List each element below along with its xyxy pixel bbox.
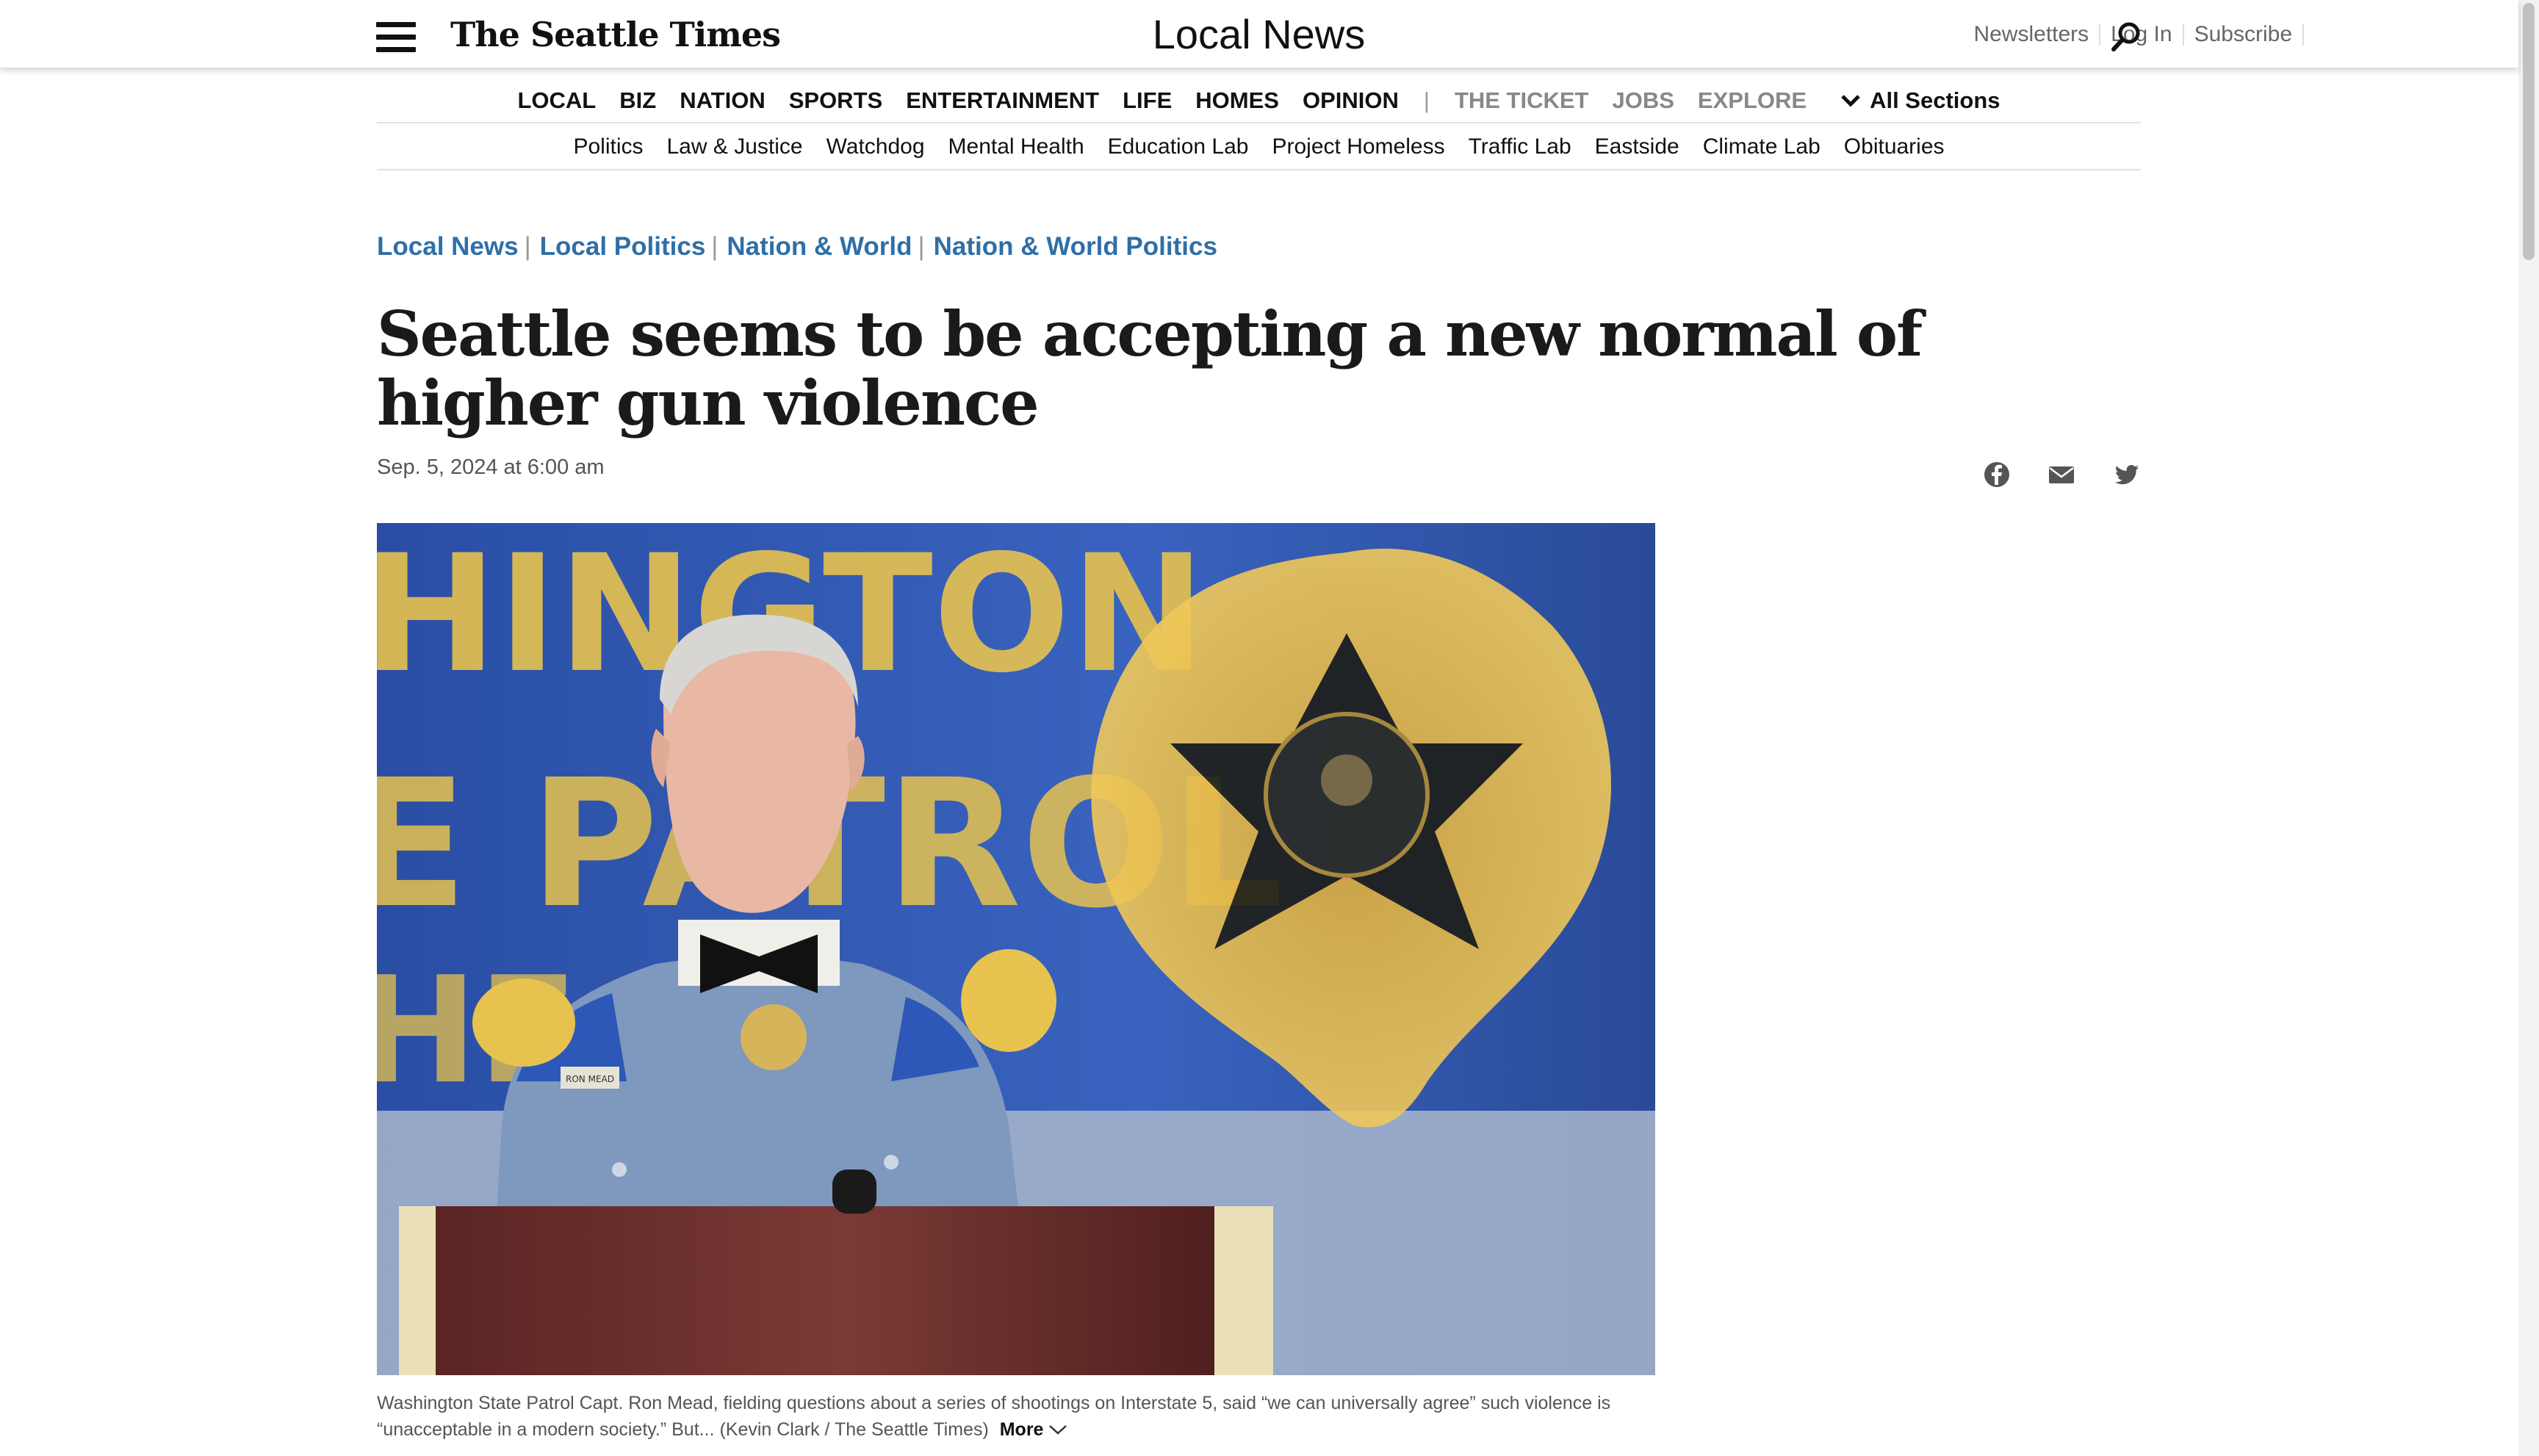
- nav-item-entertainment[interactable]: ENTERTAINMENT: [906, 87, 1099, 114]
- nav-item-nation[interactable]: NATION: [680, 87, 766, 114]
- lead-photo: HINGTON E PATROL HE RON MEAD: [377, 523, 1655, 1375]
- section-title[interactable]: Local News: [1014, 10, 1504, 58]
- breadcrumb: Local News | Local Politics | Nation & W…: [377, 232, 1217, 262]
- nameplate-text: RON MEAD: [566, 1074, 614, 1084]
- breadcrumb-local-news[interactable]: Local News: [377, 232, 519, 262]
- main-section-nav: LOCAL BIZ NATION SPORTS ENTERTAINMENT LI…: [377, 79, 2141, 123]
- subnav-item-education-lab[interactable]: Education Lab: [1108, 134, 1249, 159]
- all-sections-button[interactable]: All Sections: [1840, 87, 2000, 114]
- util-divider: [2302, 24, 2304, 46]
- subnav-item-watchdog[interactable]: Watchdog: [826, 134, 925, 159]
- utility-links: Newsletters Log In Subscribe: [1973, 22, 2314, 47]
- subnav-item-climate-lab[interactable]: Climate Lab: [1703, 134, 1820, 159]
- top-header-bar: The Seattle Times Local News Newsletters…: [0, 0, 2518, 68]
- nav-item-sports[interactable]: SPORTS: [789, 87, 882, 114]
- twitter-icon[interactable]: [2111, 460, 2141, 489]
- email-icon[interactable]: [2047, 460, 2076, 489]
- all-sections-label: All Sections: [1870, 87, 2000, 113]
- breadcrumb-separator: |: [711, 232, 719, 261]
- photo-caption: Washington State Patrol Capt. Ron Mead, …: [377, 1390, 1655, 1443]
- util-divider: [2099, 24, 2101, 46]
- article-headline: Seattle seems to be accepting a new norm…: [377, 298, 1923, 439]
- nav-item-explore[interactable]: EXPLORE: [1698, 87, 1807, 114]
- scrollbar-thumb[interactable]: [2523, 3, 2535, 260]
- nav-item-the-ticket[interactable]: THE TICKET: [1455, 87, 1589, 114]
- breadcrumb-nation-world-politics[interactable]: Nation & World Politics: [934, 232, 1217, 262]
- chevron-down-icon: [1049, 1425, 1067, 1435]
- nav-item-homes[interactable]: HOMES: [1195, 87, 1279, 114]
- util-divider: [2182, 24, 2184, 46]
- sub-section-nav: Politics Law & Justice Watchdog Mental H…: [377, 125, 2141, 170]
- caption-more-label: More: [999, 1419, 1044, 1440]
- lead-photo-illustration: HINGTON E PATROL HE RON MEAD: [377, 523, 1655, 1375]
- seattle-times-logo[interactable]: The Seattle Times: [450, 15, 781, 54]
- breadcrumb-local-politics[interactable]: Local Politics: [540, 232, 706, 262]
- nav-item-biz[interactable]: BIZ: [619, 87, 656, 114]
- facebook-icon[interactable]: [1982, 460, 2012, 489]
- subnav-item-law-justice[interactable]: Law & Justice: [666, 134, 802, 159]
- subnav-item-traffic-lab[interactable]: Traffic Lab: [1469, 134, 1571, 159]
- nav-item-life[interactable]: LIFE: [1123, 87, 1172, 114]
- nav-item-opinion[interactable]: OPINION: [1303, 87, 1399, 114]
- search-icon[interactable]: [2110, 21, 2142, 53]
- subnav-item-mental-health[interactable]: Mental Health: [948, 134, 1084, 159]
- newsletters-link[interactable]: Newsletters: [1973, 22, 2089, 47]
- breadcrumb-separator: |: [918, 232, 925, 261]
- share-buttons: [1982, 460, 2141, 489]
- chevron-down-icon: [1841, 95, 1860, 107]
- subnav-item-eastside[interactable]: Eastside: [1595, 134, 1679, 159]
- breadcrumb-nation-world[interactable]: Nation & World: [727, 232, 912, 262]
- nav-item-local[interactable]: LOCAL: [517, 87, 596, 114]
- hamburger-menu-icon[interactable]: [376, 22, 416, 53]
- subnav-item-obituaries[interactable]: Obituaries: [1844, 134, 1945, 159]
- subnav-item-project-homeless[interactable]: Project Homeless: [1272, 134, 1444, 159]
- subnav-item-politics[interactable]: Politics: [573, 134, 643, 159]
- breadcrumb-separator: |: [524, 232, 531, 261]
- article-dateline: Sep. 5, 2024 at 6:00 am: [377, 455, 605, 479]
- photo-caption-text: Washington State Patrol Capt. Ron Mead, …: [377, 1393, 1611, 1440]
- nav-divider: |: [1423, 87, 1430, 113]
- caption-more-button[interactable]: More: [1000, 1419, 1068, 1440]
- subscribe-link[interactable]: Subscribe: [2194, 22, 2292, 47]
- nav-item-jobs[interactable]: JOBS: [1613, 87, 1674, 114]
